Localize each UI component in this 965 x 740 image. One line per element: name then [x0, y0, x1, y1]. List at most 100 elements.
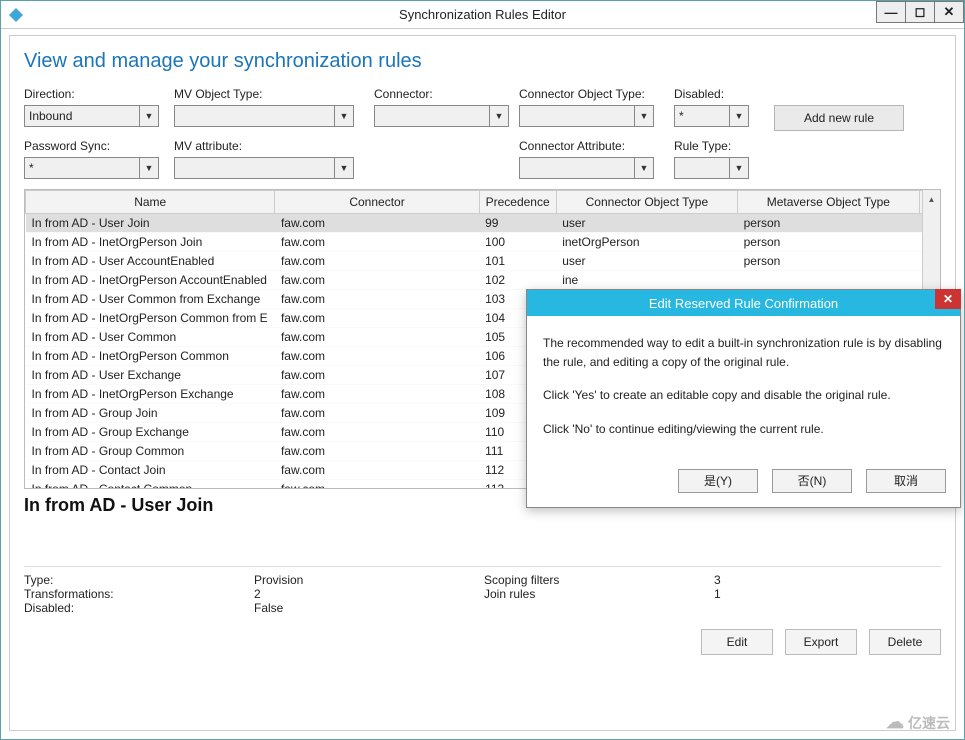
cell-precedence: 102	[479, 271, 556, 290]
connobj-dropdown[interactable]: ▼	[519, 105, 654, 127]
table-row[interactable]: In from AD - InetOrgPerson Joinfaw.com10…	[26, 233, 940, 252]
edit-button[interactable]: Edit	[701, 629, 773, 655]
chevron-down-icon: ▼	[635, 111, 653, 121]
cell-connector: faw.com	[275, 233, 479, 252]
dialog-title-text: Edit Reserved Rule Confirmation	[649, 296, 838, 311]
cell-name: In from AD - InetOrgPerson AccountEnable…	[26, 271, 275, 290]
cell-mot: person	[738, 214, 919, 233]
pwdsync-dropdown[interactable]: * ▼	[24, 157, 159, 179]
cell-name: In from AD - User Common from Exchange	[26, 290, 275, 309]
chevron-down-icon: ▼	[730, 163, 748, 173]
table-row[interactable]: In from AD - User Joinfaw.com99userperso…	[26, 214, 940, 233]
connattr-dropdown[interactable]: ▼	[519, 157, 654, 179]
cell-connector: faw.com	[275, 480, 479, 490]
window-controls: — ◻ ✕	[877, 1, 964, 23]
ruletype-dropdown[interactable]: ▼	[674, 157, 749, 179]
cell-name: In from AD - User AccountEnabled	[26, 252, 275, 271]
dialog-no-button[interactable]: 否(N)	[772, 469, 852, 493]
col-connector[interactable]: Connector	[275, 191, 479, 214]
cell-name: In from AD - InetOrgPerson Exchange	[26, 385, 275, 404]
dialog-line-2: Click 'Yes' to create an editable copy a…	[543, 386, 944, 405]
cell-name: In from AD - Contact Common	[26, 480, 275, 490]
action-row: Edit Export Delete	[24, 629, 941, 655]
minimize-button[interactable]: —	[876, 1, 906, 23]
table-row[interactable]: In from AD - InetOrgPerson AccountEnable…	[26, 271, 940, 290]
col-precedence[interactable]: Precedence	[479, 191, 556, 214]
cell-name: In from AD - Group Join	[26, 404, 275, 423]
disabled-dropdown[interactable]: * ▼	[674, 105, 749, 127]
dialog-line-3: Click 'No' to continue editing/viewing t…	[543, 420, 944, 439]
add-new-rule-button[interactable]: Add new rule	[774, 105, 904, 131]
cell-connector: faw.com	[275, 366, 479, 385]
detail-type-label: Type:	[24, 573, 254, 587]
cell-cot: user	[556, 252, 737, 271]
chevron-down-icon: ▼	[335, 111, 353, 121]
detail-transformations-label: Transformations:	[24, 587, 254, 601]
connobj-value	[520, 106, 635, 126]
col-cot[interactable]: Connector Object Type	[556, 191, 737, 214]
dialog-close-button[interactable]: ✕	[935, 289, 961, 309]
watermark: ☁ 亿速云	[886, 712, 950, 733]
dialog-yes-button[interactable]: 是(Y)	[678, 469, 758, 493]
disabled-value: *	[675, 106, 730, 126]
direction-dropdown[interactable]: Inbound ▼	[24, 105, 159, 127]
dialog-actions: 是(Y) 否(N) 取消	[527, 463, 960, 507]
connector-dropdown[interactable]: ▼	[374, 105, 509, 127]
cell-name: In from AD - Group Common	[26, 442, 275, 461]
cell-connector: faw.com	[275, 309, 479, 328]
chevron-down-icon: ▼	[730, 111, 748, 121]
cell-cot: user	[556, 214, 737, 233]
detail-panel: Type: Transformations: Disabled: Provisi…	[24, 566, 941, 615]
watermark-text: 亿速云	[908, 713, 950, 733]
app-icon	[7, 6, 25, 24]
cell-name: In from AD - User Common	[26, 328, 275, 347]
direction-label: Direction:	[24, 87, 174, 101]
connector-value	[375, 106, 490, 126]
cell-cot: ine	[556, 271, 737, 290]
cell-connector: faw.com	[275, 214, 479, 233]
delete-button[interactable]: Delete	[869, 629, 941, 655]
mvobj-dropdown[interactable]: ▼	[174, 105, 354, 127]
cell-connector: faw.com	[275, 252, 479, 271]
disabled-label: Disabled:	[674, 87, 764, 101]
cell-connector: faw.com	[275, 442, 479, 461]
dialog-cancel-button[interactable]: 取消	[866, 469, 946, 493]
col-name[interactable]: Name	[26, 191, 275, 214]
chevron-down-icon: ▼	[635, 163, 653, 173]
cell-mot: person	[738, 233, 919, 252]
pwdsync-value: *	[25, 158, 140, 178]
cell-name: In from AD - User Exchange	[26, 366, 275, 385]
cell-mot: person	[738, 252, 919, 271]
export-button[interactable]: Export	[785, 629, 857, 655]
close-button[interactable]: ✕	[934, 1, 964, 23]
direction-value: Inbound	[25, 106, 140, 126]
cell-cot: inetOrgPerson	[556, 233, 737, 252]
detail-scoping-value: 3	[714, 573, 834, 587]
mvobj-value	[175, 106, 335, 126]
app-window: Synchronization Rules Editor — ◻ ✕ View …	[0, 0, 965, 740]
cell-name: In from AD - InetOrgPerson Common from E	[26, 309, 275, 328]
cell-connector: faw.com	[275, 404, 479, 423]
detail-disabled-value: False	[254, 601, 484, 615]
mvattr-value	[175, 158, 335, 178]
cell-connector: faw.com	[275, 328, 479, 347]
detail-joinrules-label: Join rules	[484, 587, 714, 601]
chevron-down-icon: ▼	[335, 163, 353, 173]
ruletype-label: Rule Type:	[674, 139, 764, 153]
dialog-title: Edit Reserved Rule Confirmation ✕	[527, 290, 960, 316]
connector-label: Connector:	[374, 87, 519, 101]
cell-name: In from AD - Group Exchange	[26, 423, 275, 442]
cell-precedence: 100	[479, 233, 556, 252]
cloud-icon: ☁	[886, 712, 904, 733]
mvobj-label: MV Object Type:	[174, 87, 374, 101]
table-row[interactable]: In from AD - User AccountEnabledfaw.com1…	[26, 252, 940, 271]
connobj-label: Connector Object Type:	[519, 87, 674, 101]
scroll-up-icon[interactable]: ▲	[923, 190, 940, 208]
cell-connector: faw.com	[275, 423, 479, 442]
cell-name: In from AD - User Join	[26, 214, 275, 233]
maximize-button[interactable]: ◻	[905, 1, 935, 23]
col-mot[interactable]: Metaverse Object Type	[738, 191, 919, 214]
mvattr-dropdown[interactable]: ▼	[174, 157, 354, 179]
chevron-down-icon: ▼	[490, 111, 508, 121]
cell-connector: faw.com	[275, 271, 479, 290]
